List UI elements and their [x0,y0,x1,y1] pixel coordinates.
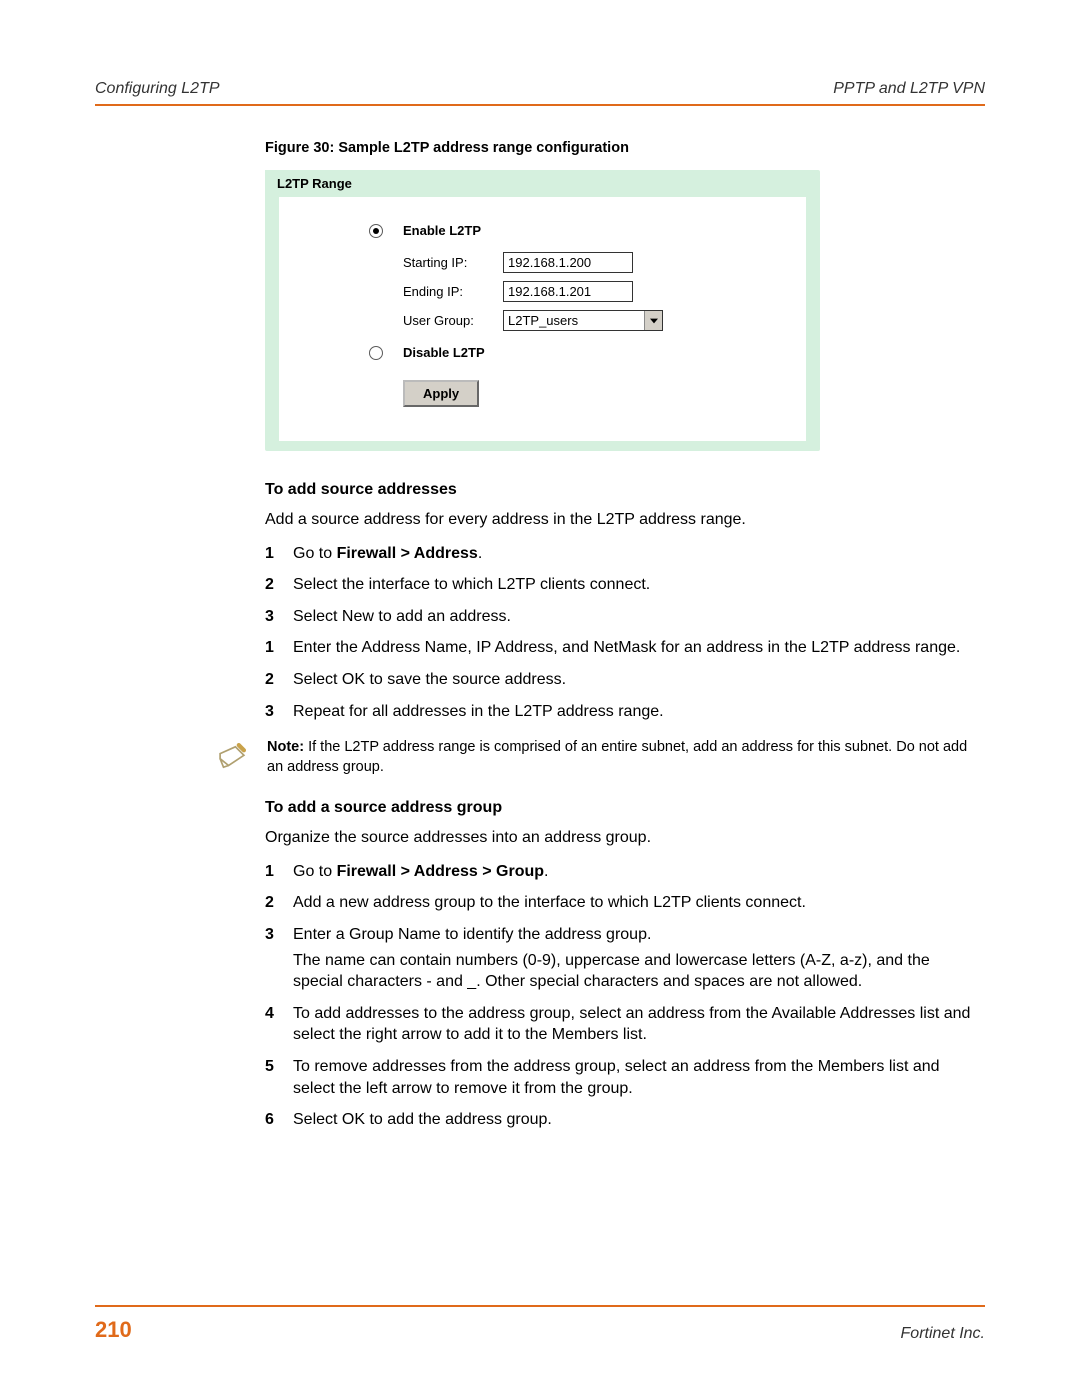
radio-enable-l2tp[interactable] [369,224,383,238]
header-rule [95,104,985,106]
step-item: 2Select OK to save the source address. [265,669,975,691]
step-number: 5 [265,1056,293,1099]
step-item: 2Add a new address group to the interfac… [265,892,975,914]
page-content: Figure 30: Sample L2TP address range con… [95,140,985,1131]
step-body: To add addresses to the address group, s… [293,1003,975,1046]
page-number: 210 [95,1317,132,1343]
section-add-source-address-group-title: To add a source address group [265,799,975,817]
step-item: 1Go to Firewall > Address > Group. [265,861,975,883]
step-item: 1Go to Firewall > Address. [265,543,975,565]
step-item: 3Select New to add an address. [265,606,975,628]
user-group-label: User Group: [403,313,503,328]
step-body: Add a new address group to the interface… [293,892,975,914]
user-group-select[interactable]: L2TP_users [503,310,663,331]
note-block: Note: If the L2TP address range is compr… [215,738,975,777]
step-number: 3 [265,701,293,723]
page-header: Configuring L2TP PPTP and L2TP VPN [95,80,985,104]
step-number: 2 [265,574,293,596]
ending-ip-row: Ending IP: [369,281,786,302]
l2tp-form: Enable L2TP Starting IP: Ending IP: User… [279,197,806,441]
step-body: Select New to add an address. [293,606,975,628]
step-body: Repeat for all addresses in the L2TP add… [293,701,975,723]
section-b-intro: Organize the source addresses into an ad… [265,827,975,849]
starting-ip-input[interactable] [503,252,633,273]
step-item: 4To add addresses to the address group, … [265,1003,975,1046]
step-number: 6 [265,1109,293,1131]
apply-button[interactable]: Apply [403,380,479,407]
step-item: 2Select the interface to which L2TP clie… [265,574,975,596]
step-number: 4 [265,1003,293,1046]
step-item: 1Enter the Address Name, IP Address, and… [265,637,975,659]
chevron-down-icon [644,311,662,330]
starting-ip-label: Starting IP: [403,255,503,270]
footer-rule [95,1305,985,1307]
step-body: Select OK to save the source address. [293,669,975,691]
enable-l2tp-option[interactable]: Enable L2TP [369,223,786,238]
note-body: If the L2TP address range is comprised o… [267,739,967,775]
step-body: Go to Firewall > Address. [293,543,975,565]
step-item: 3Repeat for all addresses in the L2TP ad… [265,701,975,723]
disable-l2tp-option[interactable]: Disable L2TP [369,345,786,360]
note-label: Note: [267,739,304,755]
step-body: Enter a Group Name to identify the addre… [293,924,975,993]
note-text: Note: If the L2TP address range is compr… [267,738,975,777]
steps-list-a: 1Go to Firewall > Address.2Select the in… [265,543,975,723]
starting-ip-row: Starting IP: [369,252,786,273]
disable-l2tp-label: Disable L2TP [403,345,485,360]
user-group-value: L2TP_users [504,311,644,330]
tab-l2tp-range[interactable]: L2TP Range [265,170,364,197]
step-item: 5To remove addresses from the address gr… [265,1056,975,1099]
ending-ip-input[interactable] [503,281,633,302]
figure-caption: Figure 30: Sample L2TP address range con… [265,140,975,156]
step-body: Enter the Address Name, IP Address, and … [293,637,975,659]
section-a-intro: Add a source address for every address i… [265,509,975,531]
header-right: PPTP and L2TP VPN [833,80,985,98]
step-body: Select the interface to which L2TP clien… [293,574,975,596]
steps-list-b: 1Go to Firewall > Address > Group.2Add a… [265,861,975,1131]
step-number: 3 [265,606,293,628]
step-number: 3 [265,924,293,993]
step-number: 1 [265,543,293,565]
header-left: Configuring L2TP [95,80,220,98]
footer-company: Fortinet Inc. [901,1325,985,1343]
step-number: 1 [265,637,293,659]
enable-l2tp-label: Enable L2TP [403,223,481,238]
step-body: Go to Firewall > Address > Group. [293,861,975,883]
user-group-row: User Group: L2TP_users [369,310,786,331]
step-item: 6Select OK to add the address group. [265,1109,975,1131]
step-number: 2 [265,892,293,914]
ending-ip-label: Ending IP: [403,284,503,299]
step-number: 1 [265,861,293,883]
radio-disable-l2tp[interactable] [369,346,383,360]
step-body: To remove addresses from the address gro… [293,1056,975,1099]
step-number: 2 [265,669,293,691]
section-add-source-addresses-title: To add source addresses [265,481,975,499]
l2tp-range-panel: L2TP Range Enable L2TP Starting IP: Endi… [265,170,820,451]
step-item: 3Enter a Group Name to identify the addr… [265,924,975,993]
step-body: Select OK to add the address group. [293,1109,975,1131]
page-footer: 210 Fortinet Inc. [95,1305,985,1343]
note-icon [215,740,249,774]
